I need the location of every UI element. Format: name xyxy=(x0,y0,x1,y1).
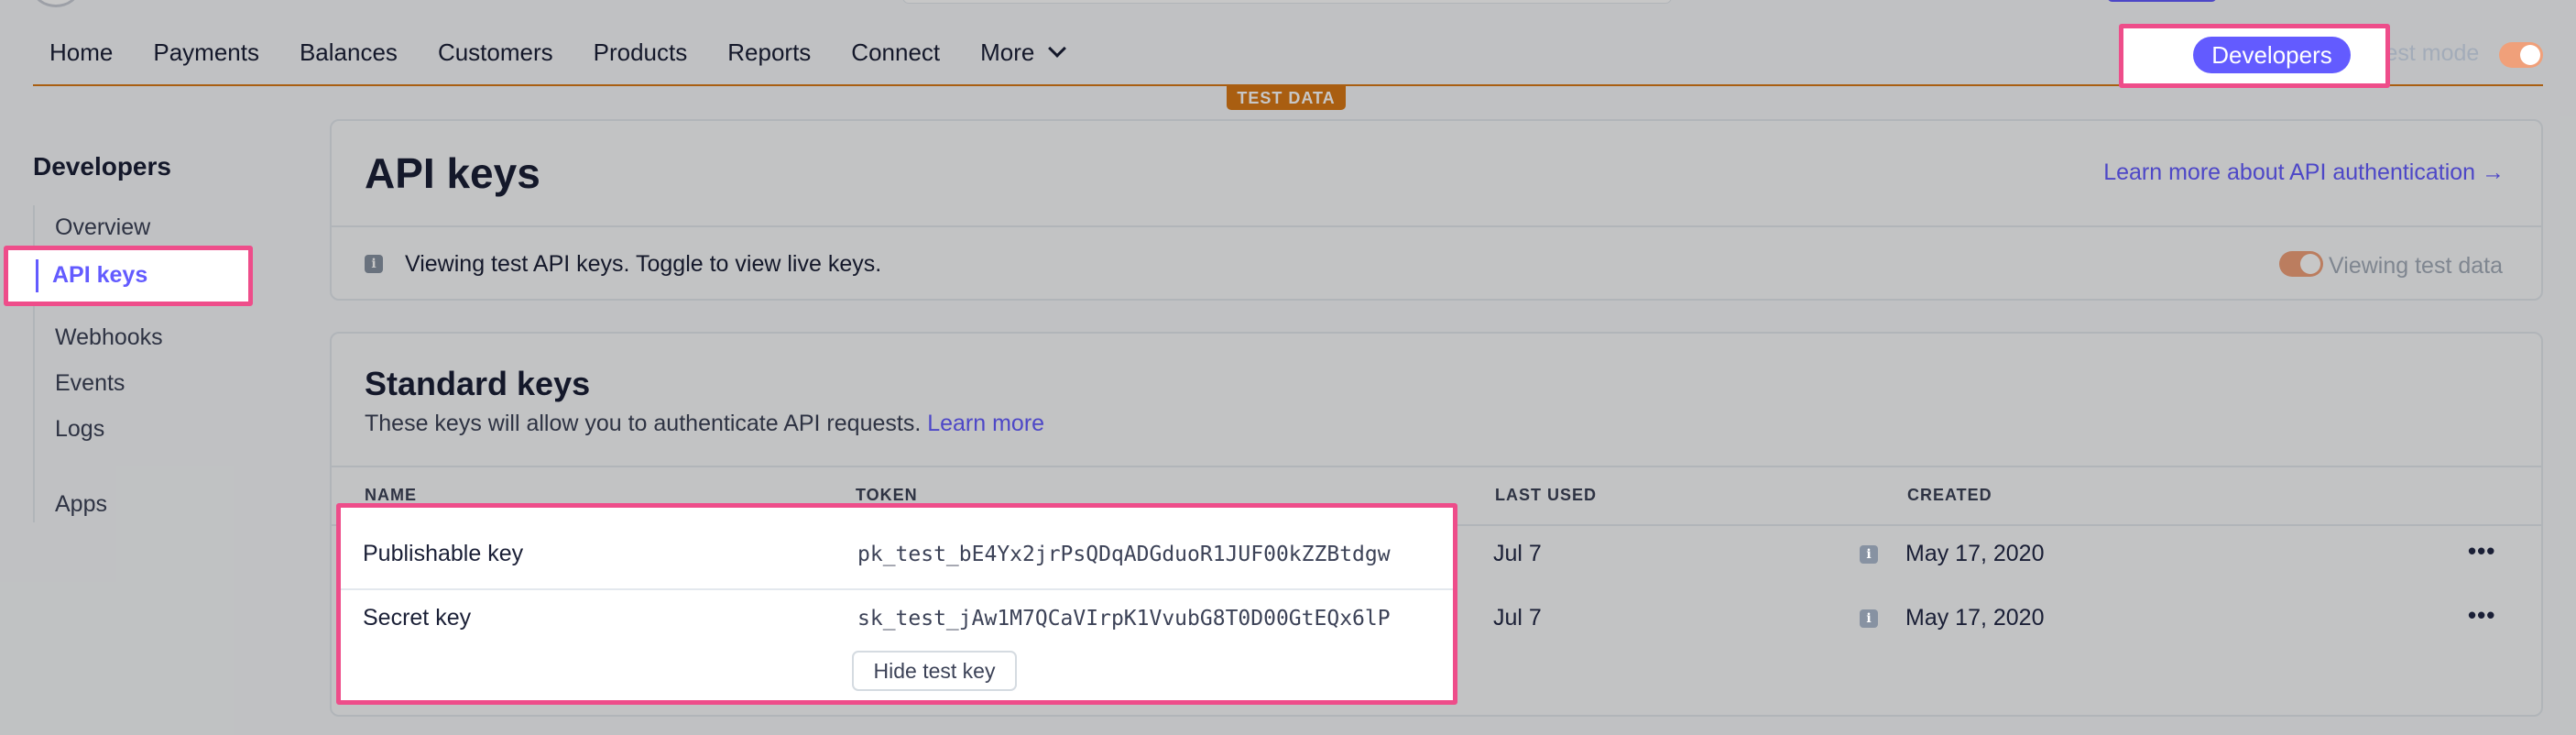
page-title: API keys xyxy=(365,149,540,197)
sidebar-item-label: API keys xyxy=(52,262,148,288)
section-subtitle-text: These keys will allow you to authenticat… xyxy=(365,411,922,436)
nav-item-more-label: More xyxy=(980,38,1035,66)
nav-item-balances[interactable]: Balances xyxy=(300,38,398,67)
sidebar-title: Developers xyxy=(33,152,171,181)
test-keys-notice: Viewing test API keys. Toggle to view li… xyxy=(405,251,882,277)
divider xyxy=(332,466,2541,467)
top-bar xyxy=(0,0,2576,22)
search-input[interactable] xyxy=(902,0,1672,4)
column-header-token: TOKEN xyxy=(856,486,918,504)
sidebar-item-overview[interactable]: Overview xyxy=(55,214,150,241)
nav-items: Home Payments Balances Customers Product… xyxy=(49,38,1104,67)
api-keys-header-card: API keys Learn more about API authentica… xyxy=(330,119,2543,301)
nav-item-products[interactable]: Products xyxy=(594,38,688,67)
nav-item-more[interactable]: More xyxy=(980,38,1067,67)
nav-item-connect[interactable]: Connect xyxy=(851,38,940,67)
toggle-knob xyxy=(2300,254,2320,274)
column-header-last-used: LAST USED xyxy=(1495,486,1598,504)
column-header-name: NAME xyxy=(365,486,417,504)
learn-more-auth-link[interactable]: Learn more about API authentication → xyxy=(2103,159,2505,186)
chevron-down-icon xyxy=(1048,38,1067,58)
nav-item-reports[interactable]: Reports xyxy=(727,38,811,67)
sidebar-item-api-keys[interactable]: API keys xyxy=(4,246,253,306)
account-avatar[interactable] xyxy=(33,0,79,7)
info-icon: i xyxy=(365,255,383,273)
active-indicator xyxy=(36,259,38,292)
nav-item-payments[interactable]: Payments xyxy=(153,38,259,67)
hide-test-key-button[interactable]: Hide test key xyxy=(852,651,1017,691)
column-header-created: CREATED xyxy=(1907,486,1992,504)
sidebar-item-apps[interactable]: Apps xyxy=(55,491,107,518)
viewing-test-data-label: Viewing test data xyxy=(2329,253,2503,279)
top-action-button[interactable] xyxy=(2107,0,2217,2)
section-subtitle: These keys will allow you to authenticat… xyxy=(365,411,1044,437)
row-divider xyxy=(341,588,1453,590)
test-mode-toggle[interactable] xyxy=(2499,42,2543,68)
sidebar-item-webhooks[interactable]: Webhooks xyxy=(55,324,163,351)
view-test-data-toggle[interactable] xyxy=(2279,251,2323,277)
sidebar-item-events[interactable]: Events xyxy=(55,370,125,397)
nav-item-customers[interactable]: Customers xyxy=(438,38,553,67)
test-data-badge: TEST DATA xyxy=(1227,86,1346,110)
toggle-knob xyxy=(2520,45,2540,65)
developers-button[interactable]: Developers xyxy=(2193,37,2351,73)
nav-item-home[interactable]: Home xyxy=(49,38,113,67)
section-title: Standard keys xyxy=(365,365,591,402)
divider xyxy=(332,225,2541,227)
learn-more-link[interactable]: Learn more xyxy=(927,411,1044,436)
sidebar-item-logs[interactable]: Logs xyxy=(55,416,104,443)
